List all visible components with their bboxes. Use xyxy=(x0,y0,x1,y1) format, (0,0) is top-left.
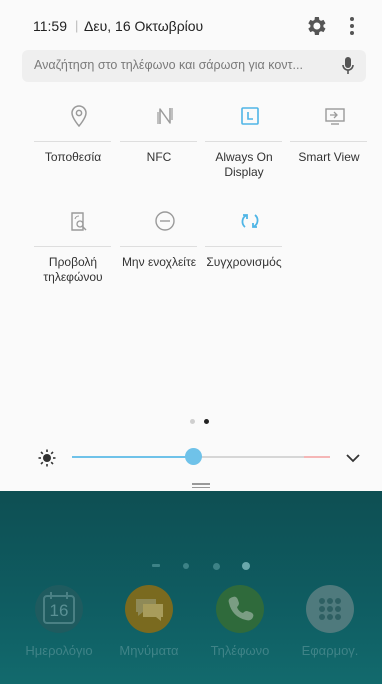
status-separator: | xyxy=(75,18,79,33)
home-page-dot[interactable] xyxy=(242,562,250,570)
app-label: Εφαρμογ. xyxy=(301,643,359,658)
status-time: 11:59 xyxy=(33,18,67,34)
brightness-slider-track[interactable] xyxy=(194,456,304,458)
tile-label: Συγχρονισμός xyxy=(206,255,282,269)
more-vert-icon xyxy=(350,17,354,35)
home-page-dot[interactable] xyxy=(152,564,160,567)
apps-grid-icon xyxy=(319,598,341,620)
location-pin-icon xyxy=(71,105,87,128)
search-placeholder[interactable]: Αναζήτηση στο τηλέφωνο και σάρωση για κο… xyxy=(34,58,324,72)
page-dot-1[interactable] xyxy=(190,419,195,424)
phone-view-icon xyxy=(71,212,87,231)
nfc-icon xyxy=(157,108,173,124)
sync-icon xyxy=(241,214,259,228)
app-label: Μηνύματα xyxy=(119,643,179,658)
tile-label: Τοποθεσία xyxy=(44,150,102,164)
brightness-slider-thumb[interactable] xyxy=(185,448,202,465)
brightness-slider-warning[interactable] xyxy=(304,456,330,458)
tile-label: Μην ενοχλείτε xyxy=(121,255,197,269)
mic-icon xyxy=(342,57,354,74)
sun-icon xyxy=(38,449,56,467)
brightness-slider-fill[interactable] xyxy=(72,456,194,458)
messages-icon xyxy=(136,599,163,621)
notification-panel: 11:59 | Δευ, 16 Οκτωβρίου Αναζήτηση στο … xyxy=(0,0,382,491)
status-bar: 11:59 | Δευ, 16 Οκτωβρίου xyxy=(0,0,382,50)
finder-search-box[interactable]: Αναζήτηση στο τηλέφωνο και σάρωση για κο… xyxy=(22,50,366,82)
app-label: Ημερολόγιο xyxy=(25,643,93,658)
panel-drag-handle[interactable] xyxy=(192,483,210,488)
home-page-indicator xyxy=(0,561,382,573)
phone-icon xyxy=(228,596,254,621)
home-page-dot[interactable] xyxy=(213,563,220,570)
page-dot-2[interactable] xyxy=(204,419,209,424)
home-page-dot[interactable] xyxy=(183,563,189,569)
smart-view-icon xyxy=(325,108,345,125)
calendar-date: 16 xyxy=(49,601,69,620)
tile-label: NFC xyxy=(146,150,172,164)
chevron-down-icon xyxy=(346,454,360,463)
tile-label: Προβολή τηλεφώνου xyxy=(43,255,103,284)
do-not-disturb-icon xyxy=(155,211,175,231)
expand-brightness-button[interactable] xyxy=(344,450,362,466)
status-date[interactable]: Δευ, 16 Οκτωβρίου xyxy=(84,18,203,34)
voice-search-button[interactable] xyxy=(341,56,355,76)
home-screen: 16 Ημερολόγιο Μηνύματα Τηλέφωνο Εφαρμογ. xyxy=(0,491,382,684)
tile-label: Always On Display xyxy=(215,150,273,179)
brightness-icon[interactable] xyxy=(38,449,56,467)
page-indicator xyxy=(190,419,214,427)
tile-label: Smart View xyxy=(298,150,360,164)
gear-icon xyxy=(308,17,326,35)
app-label: Τηλέφωνο xyxy=(210,643,270,658)
more-options-button[interactable] xyxy=(342,14,362,38)
always-on-display-icon xyxy=(241,107,259,125)
settings-button[interactable] xyxy=(304,14,328,38)
